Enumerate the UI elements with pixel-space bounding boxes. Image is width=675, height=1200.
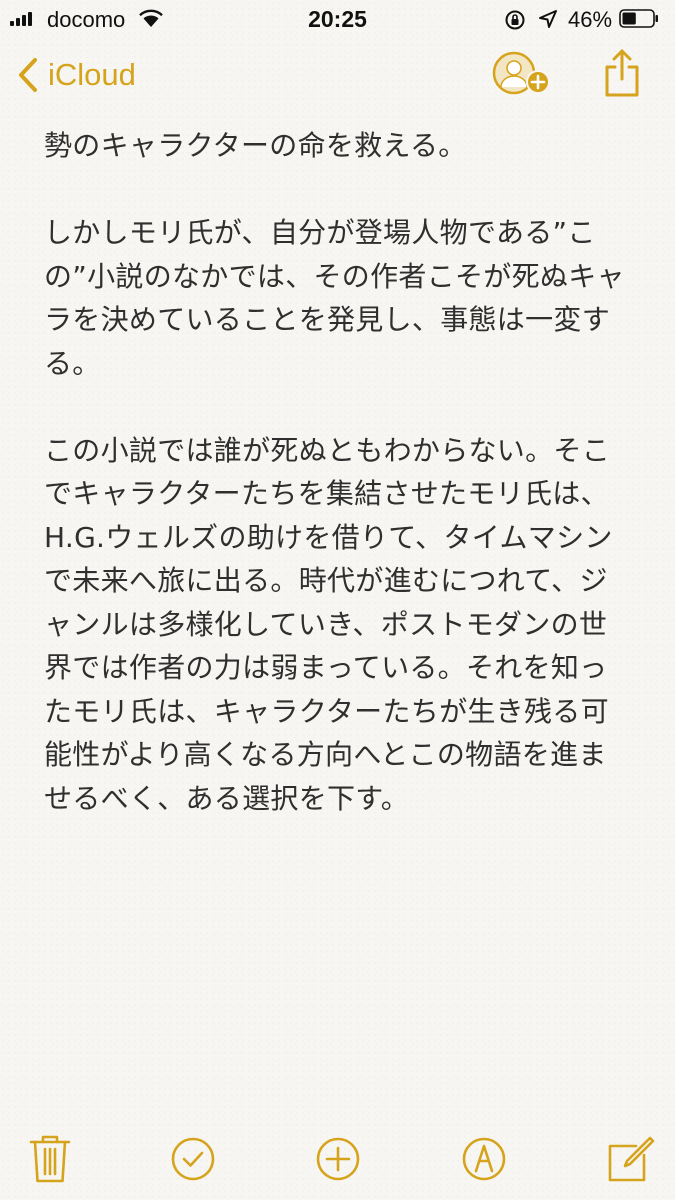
plus-badge-icon: [526, 70, 550, 94]
note-line: でキャラクターたちを集結させたモリ氏は、: [44, 477, 609, 510]
compose-icon: [608, 1136, 655, 1182]
note-line: 能性がより高くなる方向へとこの物語を進ま: [44, 738, 607, 771]
back-button-label: iCloud: [48, 57, 136, 92]
note-line: ャンルは多様化していき、ポストモダンの世: [44, 607, 608, 641]
compose-button[interactable]: [606, 1134, 656, 1184]
note-line: 界では作者の力は弱まっている。それを知っ: [44, 651, 608, 684]
share-icon: [605, 49, 639, 97]
note-line: この小説では誰が死ぬともわからない。そこ: [44, 433, 611, 467]
markup-button[interactable]: [461, 1136, 507, 1182]
battery-icon: [619, 9, 658, 28]
note-line: H.G.ウェルズの助けを借りて、タイムマシン: [44, 520, 613, 554]
note-line: たモリ氏は、キャラクターたちが生き残る可: [44, 694, 609, 728]
note-line: 勢のキャラクターの命を救える。: [44, 129, 467, 162]
battery-percent: 46%: [568, 7, 613, 32]
status-bar: docomo 20:25 46%: [0, 0, 675, 40]
markup-icon: [462, 1137, 506, 1181]
checklist-icon: [171, 1137, 215, 1181]
location-icon: [539, 10, 557, 28]
note-line: の”小説のなかでは、その作者こそが死ぬキャ: [44, 259, 625, 293]
note-line: [44, 385, 654, 429]
chevron-left-icon: [19, 58, 37, 92]
add-people-button[interactable]: [492, 51, 554, 99]
trash-icon: [29, 1135, 71, 1183]
back-button[interactable]: iCloud: [18, 52, 136, 98]
share-button[interactable]: [604, 48, 640, 98]
delete-button[interactable]: [28, 1134, 72, 1184]
note-line: ラを決めていることを発見し、事態は一変す: [44, 303, 611, 336]
note-text[interactable]: 勢のキャラクターの命を救える。しかしモリ氏が、自分が登場人物である”こ の”小説の…: [44, 124, 654, 820]
checklist-button[interactable]: [170, 1136, 216, 1182]
note-line: しかしモリ氏が、自分が登場人物である”こ: [44, 216, 596, 249]
note-line: る。: [44, 346, 101, 380]
rotation-lock-icon: [505, 10, 525, 30]
add-button[interactable]: [315, 1136, 361, 1182]
navigation-bar: iCloud: [0, 40, 675, 114]
note-line: で未来へ旅に出る。時代が進むにつれて、ジ: [44, 564, 608, 597]
add-icon: [316, 1137, 360, 1181]
note-line: せるべく、ある選択を下す。: [44, 781, 410, 815]
note-line: [44, 168, 654, 212]
